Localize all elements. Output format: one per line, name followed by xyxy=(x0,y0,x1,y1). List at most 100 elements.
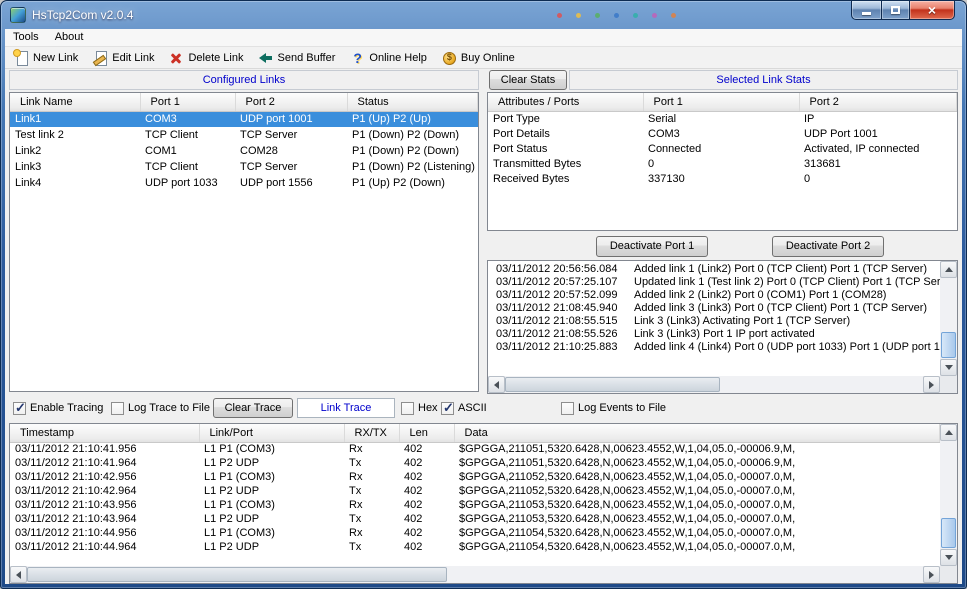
event-log-entry[interactable]: 03/11/2012 21:08:55.526Link 3 (Link3) Po… xyxy=(488,328,940,341)
glass-dot xyxy=(652,13,657,18)
scroll-right-button[interactable] xyxy=(923,376,940,393)
col-port1[interactable]: Port 1 xyxy=(140,93,235,111)
scroll-up-button[interactable] xyxy=(940,424,957,441)
scroll-thumb[interactable] xyxy=(27,567,447,582)
enable-tracing-label: Enable Tracing xyxy=(30,402,103,414)
titlebar[interactable]: HsTcp2Com v2.0.4 × xyxy=(1,1,966,29)
trace-row[interactable]: 03/11/2012 21:10:44.956 L1 P1 (COM3) Rx … xyxy=(10,526,940,540)
scroll-down-button[interactable] xyxy=(940,549,957,566)
edit-link-button[interactable]: Edit Link xyxy=(88,49,162,67)
selected-link-stats-table: Attributes / Ports Port 1 Port 2 Port Ty… xyxy=(487,92,958,231)
trace-row[interactable]: 03/11/2012 21:10:41.956 L1 P1 (COM3) Rx … xyxy=(10,442,940,456)
col-link-port[interactable]: Link/Port xyxy=(199,424,344,442)
edit-link-icon xyxy=(92,50,108,66)
link-row[interactable]: Link1 COM3 UDP port 1001 P1 (Up) P2 (Up) xyxy=(10,111,478,127)
col-len[interactable]: Len xyxy=(399,424,454,442)
link-row[interactable]: Link4 UDP port 1033 UDP port 1556 P1 (Up… xyxy=(10,175,478,191)
trace-hscrollbar[interactable] xyxy=(10,566,940,583)
event-log-entry[interactable]: 03/11/2012 20:56:56.084Added link 1 (Lin… xyxy=(488,263,940,276)
titlebar-glass-artifacts xyxy=(557,9,690,17)
app-icon xyxy=(10,7,26,23)
clear-trace-button[interactable]: Clear Trace xyxy=(213,398,293,418)
toolbar: New Link Edit Link Delete Link Send Buff… xyxy=(5,47,962,69)
close-button[interactable]: × xyxy=(909,1,955,20)
event-log-vscrollbar[interactable] xyxy=(940,261,957,376)
scroll-down-button[interactable] xyxy=(940,359,957,376)
event-log-entry[interactable]: 03/11/2012 20:57:25.107Updated link 1 (T… xyxy=(488,276,940,289)
link-row[interactable]: Link2 COM1 COM28 P1 (Down) P2 (Down) xyxy=(10,143,478,159)
buy-online-button[interactable]: Buy Online xyxy=(437,49,523,67)
stats-row: Port Status Connected Activated, IP conn… xyxy=(488,141,957,156)
minimize-button[interactable] xyxy=(851,1,881,20)
col-data[interactable]: Data xyxy=(454,424,940,442)
menu-bar: ToolsAbout xyxy=(5,29,962,47)
stats-row: Transmitted Bytes 0 313681 xyxy=(488,156,957,171)
enable-tracing-checkbox[interactable] xyxy=(13,402,26,415)
col-link-name[interactable]: Link Name xyxy=(10,93,140,111)
glass-dot xyxy=(614,13,619,18)
scroll-right-button[interactable] xyxy=(923,566,940,583)
deactivate-port1-button[interactable]: Deactivate Port 1 xyxy=(596,236,708,257)
log-events-to-file-checkbox[interactable] xyxy=(561,402,574,415)
ascii-label: ASCII xyxy=(458,402,487,414)
trace-row[interactable]: 03/11/2012 21:10:44.964 L1 P2 UDP Tx 402… xyxy=(10,540,940,554)
maximize-icon xyxy=(891,6,900,14)
link-row[interactable]: Link3 TCP Client TCP Server P1 (Down) P2… xyxy=(10,159,478,175)
event-log-entry[interactable]: 03/11/2012 20:57:52.099Added link 2 (Lin… xyxy=(488,289,940,302)
scroll-left-button[interactable] xyxy=(488,376,505,393)
arrow-up-icon xyxy=(945,430,953,435)
trace-row[interactable]: 03/11/2012 21:10:43.956 L1 P1 (COM3) Rx … xyxy=(10,498,940,512)
col-rx-tx[interactable]: RX/TX xyxy=(344,424,399,442)
link-row[interactable]: Test link 2 TCP Client TCP Server P1 (Do… xyxy=(10,127,478,143)
trace-header-row: Timestamp Link/Port RX/TX Len Data xyxy=(10,424,940,442)
scroll-thumb[interactable] xyxy=(941,518,956,548)
glass-dot xyxy=(671,13,676,18)
stats-row: Port Details COM3 UDP Port 1001 xyxy=(488,126,957,141)
col-stats-port1[interactable]: Port 1 xyxy=(643,93,799,111)
deactivate-port2-button[interactable]: Deactivate Port 2 xyxy=(772,236,884,257)
send-buffer-button[interactable]: Send Buffer xyxy=(254,49,344,67)
event-log-entry[interactable]: 03/11/2012 21:10:25.883Added link 4 (Lin… xyxy=(488,341,940,354)
hex-checkbox[interactable] xyxy=(401,402,414,415)
trace-row[interactable]: 03/11/2012 21:10:41.964 L1 P2 UDP Tx 402… xyxy=(10,456,940,470)
stats-row: Received Bytes 337130 0 xyxy=(488,171,957,186)
trace-title-box: Link Trace xyxy=(297,398,395,418)
col-attributes-ports[interactable]: Attributes / Ports xyxy=(488,93,643,111)
selected-link-stats-header: Selected Link Stats xyxy=(569,70,958,90)
scroll-left-button[interactable] xyxy=(10,566,27,583)
scroll-up-button[interactable] xyxy=(940,261,957,278)
event-log-entry[interactable]: 03/11/2012 21:08:55.515Link 3 (Link3) Ac… xyxy=(488,315,940,328)
arrow-down-icon xyxy=(945,555,953,560)
clear-stats-button[interactable]: Clear Stats xyxy=(489,70,567,90)
configured-links-table: Link Name Port 1 Port 2 Status Link1 COM… xyxy=(9,92,479,392)
event-log-entry[interactable]: 03/11/2012 21:08:45.940Added link 3 (Lin… xyxy=(488,302,940,315)
trace-row[interactable]: 03/11/2012 21:10:43.964 L1 P2 UDP Tx 402… xyxy=(10,512,940,526)
hex-label: Hex xyxy=(418,402,438,414)
online-help-button[interactable]: Online Help xyxy=(345,49,434,67)
about-menu[interactable]: About xyxy=(47,29,92,45)
delete-link-button[interactable]: Delete Link xyxy=(164,49,251,67)
trace-row[interactable]: 03/11/2012 21:10:42.964 L1 P2 UDP Tx 402… xyxy=(10,484,940,498)
window-controls: × xyxy=(851,1,955,20)
trace-vscrollbar[interactable] xyxy=(940,424,957,566)
close-icon: × xyxy=(928,3,936,17)
col-stats-port2[interactable]: Port 2 xyxy=(799,93,957,111)
col-status[interactable]: Status xyxy=(347,93,478,111)
trace-row[interactable]: 03/11/2012 21:10:42.956 L1 P1 (COM3) Rx … xyxy=(10,470,940,484)
log-trace-to-file-checkbox[interactable] xyxy=(111,402,124,415)
app-window: HsTcp2Com v2.0.4 × ToolsAbout New Link xyxy=(0,0,967,589)
client-area: ToolsAbout New Link Edit Link Delete Lin… xyxy=(5,29,962,584)
maximize-button[interactable] xyxy=(881,1,909,20)
send-buffer-icon xyxy=(258,50,274,66)
ascii-checkbox[interactable] xyxy=(441,402,454,415)
scroll-thumb[interactable] xyxy=(505,377,720,392)
scroll-thumb[interactable] xyxy=(941,332,956,358)
col-timestamp[interactable]: Timestamp xyxy=(10,424,199,442)
delete-link-icon xyxy=(168,50,184,66)
new-link-button[interactable]: New Link xyxy=(9,49,86,67)
event-log: 03/11/2012 20:56:56.084Added link 1 (Lin… xyxy=(487,260,958,394)
glass-dot xyxy=(595,13,600,18)
tools-menu[interactable]: Tools xyxy=(5,29,47,45)
col-port2[interactable]: Port 2 xyxy=(235,93,347,111)
event-log-hscrollbar[interactable] xyxy=(488,376,940,393)
